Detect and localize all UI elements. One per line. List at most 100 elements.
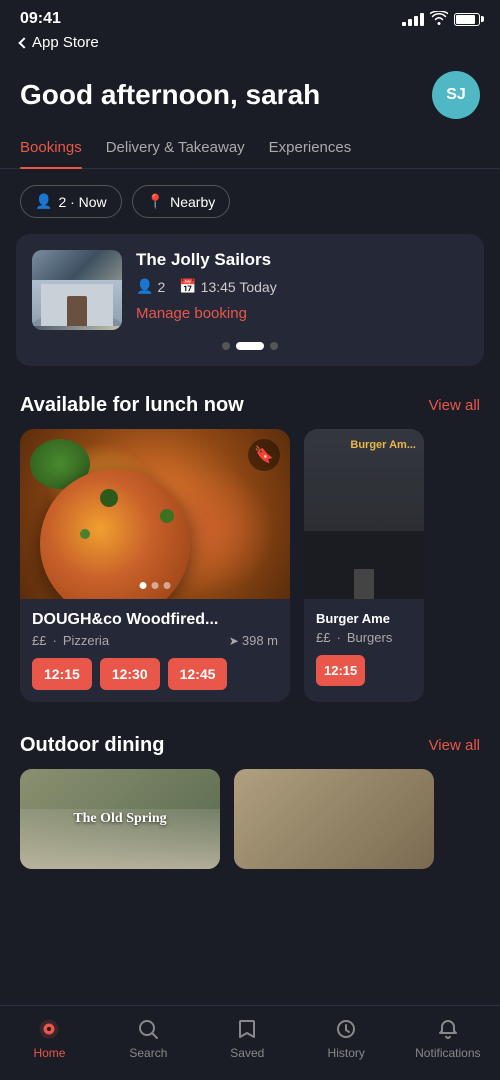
outdoor-venue-name: The Old Spring	[73, 811, 166, 827]
dot-1	[222, 342, 230, 350]
greeting-text: Good afternoon, sarah	[20, 79, 320, 111]
tab-bookings[interactable]: Bookings	[20, 139, 82, 168]
dot-3	[270, 342, 278, 350]
avatar[interactable]: SJ	[432, 71, 480, 119]
outdoor-card-1[interactable]: The Old Spring	[20, 769, 220, 869]
nav-history[interactable]: History	[316, 1016, 376, 1060]
filter-location[interactable]: 📍 Nearby	[132, 185, 231, 218]
bell-icon	[435, 1016, 461, 1042]
booking-restaurant-name: The Jolly Sailors	[136, 250, 468, 270]
person-icon: 👤	[136, 278, 153, 295]
nav-saved[interactable]: Saved	[217, 1016, 277, 1060]
status-icons	[402, 11, 480, 28]
burger-price: ££	[316, 630, 330, 645]
dough-slot-1230[interactable]: 12:30	[100, 658, 160, 690]
pizza-decoration	[40, 469, 190, 599]
burger-info: Burger Ame ££ · Burgers 12:15	[304, 599, 424, 698]
signal-icon	[402, 13, 424, 26]
manage-booking-link[interactable]: Manage booking	[136, 305, 468, 322]
bookmark-nav-icon	[234, 1016, 260, 1042]
topping-3	[80, 529, 90, 539]
lunch-section-title: Available for lunch now	[20, 394, 244, 417]
burger-meta: ££ · Burgers	[316, 630, 412, 645]
booking-info: The Jolly Sailors 👤 2 📅 13:45 Today Mana…	[136, 250, 468, 322]
search-icon	[135, 1016, 161, 1042]
filter-guests[interactable]: 👤 2 · Now	[20, 185, 122, 218]
topping-1	[100, 489, 118, 507]
burger-name: Burger Ame	[316, 611, 412, 626]
booking-card: The Jolly Sailors 👤 2 📅 13:45 Today Mana…	[16, 234, 484, 366]
dough-distance: 398 m	[242, 633, 278, 648]
dough-info: DOUGH&co Woodfired... ££ · Pizzeria ➤ 39…	[20, 599, 290, 702]
dough-slot-1245[interactable]: 12:45	[168, 658, 228, 690]
nav-search[interactable]: Search	[118, 1016, 178, 1060]
burger-slot-1215[interactable]: 12:15	[316, 655, 365, 686]
bottom-nav: Home Search Saved History	[0, 1005, 500, 1080]
image-dots	[140, 582, 171, 589]
dough-restaurant-img: 🔖	[20, 429, 290, 599]
booking-guests: 👤 2	[136, 278, 165, 295]
bookmark-button[interactable]: 🔖	[248, 439, 280, 471]
outdoor-view-all[interactable]: View all	[429, 737, 480, 754]
burger-time-slots: 12:15	[316, 655, 412, 686]
restaurant-card-dough[interactable]: 🔖 DOUGH&co Woodfired... ££ · Pizzeria ➤ …	[20, 429, 290, 702]
battery-icon	[454, 13, 480, 26]
outdoor-section-title: Outdoor dining	[20, 734, 164, 757]
burger-building-bg: Burger Am...	[304, 429, 424, 599]
filter-guests-label: 2 · Now	[58, 194, 106, 210]
nav-history-label: History	[328, 1046, 365, 1060]
pagination-dots	[32, 342, 468, 350]
lunch-section-header: Available for lunch now View all	[0, 386, 500, 429]
lunch-restaurants-scroll: 🔖 DOUGH&co Woodfired... ££ · Pizzeria ➤ …	[0, 429, 500, 718]
dough-price: ££	[32, 633, 46, 648]
person-icon: 👤	[35, 193, 52, 210]
nav-search-label: Search	[129, 1046, 167, 1060]
lunch-view-all[interactable]: View all	[429, 397, 480, 414]
nav-notifications-label: Notifications	[415, 1046, 480, 1060]
burger-sign: Burger Am...	[350, 439, 416, 451]
nav-notifications[interactable]: Notifications	[415, 1016, 480, 1060]
nav-home-label: Home	[33, 1046, 65, 1060]
dough-cuisine: Pizzeria	[63, 633, 109, 648]
header: Good afternoon, sarah SJ	[0, 61, 500, 139]
burger-restaurant-img: Burger Am...	[304, 429, 424, 599]
topping-2	[160, 509, 174, 523]
filter-location-label: Nearby	[170, 194, 215, 210]
nav-home[interactable]: Home	[19, 1016, 79, 1060]
outdoor-section: Outdoor dining View all The Old Spring	[0, 726, 500, 889]
booking-time: 📅 13:45 Today	[179, 278, 276, 295]
bookmark-icon: 🔖	[254, 445, 274, 465]
dough-time-slots: 12:15 12:30 12:45	[32, 658, 278, 690]
status-bar: 09:41	[0, 0, 500, 32]
outdoor-scroll: The Old Spring	[0, 769, 500, 889]
dough-slot-1215[interactable]: 12:15	[32, 658, 92, 690]
dot-2	[236, 342, 264, 350]
status-time: 09:41	[20, 10, 61, 28]
tab-experiences[interactable]: Experiences	[269, 139, 352, 168]
filters: 👤 2 · Now 📍 Nearby	[0, 169, 500, 234]
wifi-icon	[430, 11, 448, 28]
img-dot-3	[164, 582, 171, 589]
back-chevron-icon	[18, 37, 29, 48]
booking-details: 👤 2 📅 13:45 Today	[136, 278, 468, 295]
restaurant-thumbnail	[32, 250, 122, 330]
outdoor-card-2[interactable]	[234, 769, 434, 869]
location-pin-icon: 📍	[147, 193, 164, 210]
app-store-label: App Store	[32, 34, 99, 51]
restaurant-card-burger[interactable]: Burger Am... Burger Ame ££ · Burgers 12:…	[304, 429, 424, 702]
dough-name: DOUGH&co Woodfired...	[32, 611, 278, 629]
calendar-icon: 📅	[179, 278, 196, 295]
tabs: Bookings Delivery & Takeaway Experiences	[0, 139, 500, 169]
img-dot-2	[152, 582, 159, 589]
outdoor-section-header: Outdoor dining View all	[0, 726, 500, 769]
nav-saved-label: Saved	[230, 1046, 264, 1060]
outdoor-img-1: The Old Spring	[20, 769, 220, 869]
history-icon	[333, 1016, 359, 1042]
dough-meta: ££ · Pizzeria ➤ 398 m	[32, 633, 278, 648]
app-store-back[interactable]: App Store	[0, 32, 500, 61]
burger-cuisine: Burgers	[347, 630, 393, 645]
navigation-icon: ➤	[229, 634, 239, 648]
outdoor-img-2	[234, 769, 434, 869]
img-dot-1	[140, 582, 147, 589]
tab-delivery[interactable]: Delivery & Takeaway	[106, 139, 245, 168]
